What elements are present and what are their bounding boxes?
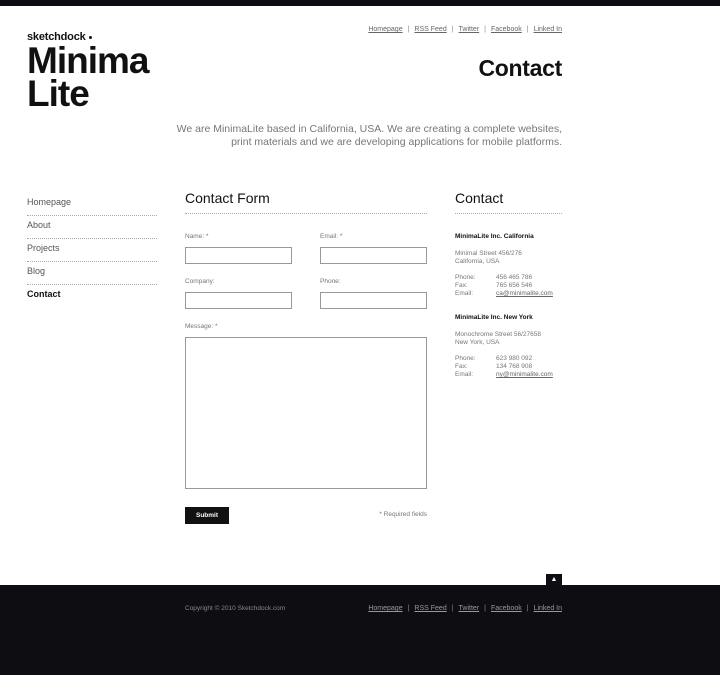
nav-item-about[interactable]: About [27,216,157,239]
fax-value: 134 768 908 [496,363,533,370]
company-input[interactable] [185,292,292,309]
email-label: Email: * [320,233,343,240]
logo[interactable]: sketchdock Minima Lite [27,31,149,114]
top-link-rss[interactable]: RSS Feed [414,26,446,33]
footer-link-linkedin[interactable]: Linked In [534,605,562,612]
office-name-california: MinimaLite Inc. California [455,233,534,240]
top-link-twitter[interactable]: Twitter [459,26,480,33]
nav-item-homepage[interactable]: Homepage [27,193,157,216]
email-input[interactable] [320,247,427,264]
phone-value: 623 980 092 [496,355,533,362]
office-address-newyork: Monochrome Street 56/27658 New York, USA [455,331,541,346]
footer [0,585,720,675]
fax-value: 765 656 546 [496,282,533,289]
nav-item-contact[interactable]: Contact [27,285,157,308]
office-details-newyork: Phone: 623 980 092 Fax: 134 768 908 Email:… [455,355,553,379]
footer-link-homepage[interactable]: Homepage [368,605,402,612]
message-label: Message: * [185,323,218,330]
intro-text: We are MinimaLite based in California, U… [176,123,562,148]
top-bar [0,0,720,6]
nav-item-projects[interactable]: Projects [27,239,157,262]
name-input[interactable] [185,247,292,264]
phone-label: Phone: [320,278,341,285]
form-title: Contact Form [185,190,427,214]
top-link-facebook[interactable]: Facebook [491,26,522,33]
office-address-california: Minimal Street 456/276 California, USA [455,250,522,265]
logo-line2: Lite [27,73,90,114]
message-textarea[interactable] [185,337,427,489]
contact-form: Contact Form Name: * Email: * Company: P… [185,190,427,524]
footer-link-facebook[interactable]: Facebook [491,605,522,612]
nav-item-blog[interactable]: Blog [27,262,157,285]
footer-link-rss[interactable]: RSS Feed [414,605,446,612]
name-label: Name: * [185,233,209,240]
company-label: Company: [185,278,215,285]
footer-links: Homepage | RSS Feed | Twitter | Facebook | Linke… [368,605,562,612]
phone-value: 456 465 786 [496,274,533,281]
top-link-linkedin[interactable]: Linked In [534,26,562,33]
contact-title: Contact [455,190,562,214]
email-link-california[interactable]: ca@minimalite.com [496,290,553,298]
logo-dot-icon [88,35,92,39]
phone-input[interactable] [320,292,427,309]
sidebar-nav: Homepage About Projects Blog Contact [27,193,157,308]
contact-info: Contact MinimaLite Inc. California Minim… [455,190,562,378]
footer-link-twitter[interactable]: Twitter [459,605,480,612]
page-title: Contact [478,55,562,81]
submit-button[interactable]: Submit [185,507,229,524]
top-links: Homepage | RSS Feed | Twitter | Facebook | Linke… [368,26,562,33]
email-link-newyork[interactable]: ny@minimalite.com [496,371,553,379]
office-details-california: Phone: 456 465 786 Fax: 765 656 546 Email:… [455,274,553,298]
copyright: Copyright © 2010 Sketchdock.com [185,605,286,612]
top-link-homepage[interactable]: Homepage [368,26,402,33]
office-name-newyork: MinimaLite Inc. New York [455,314,533,321]
required-note: * Required fields [379,511,427,518]
arrow-up-icon: ▲ [550,576,558,583]
